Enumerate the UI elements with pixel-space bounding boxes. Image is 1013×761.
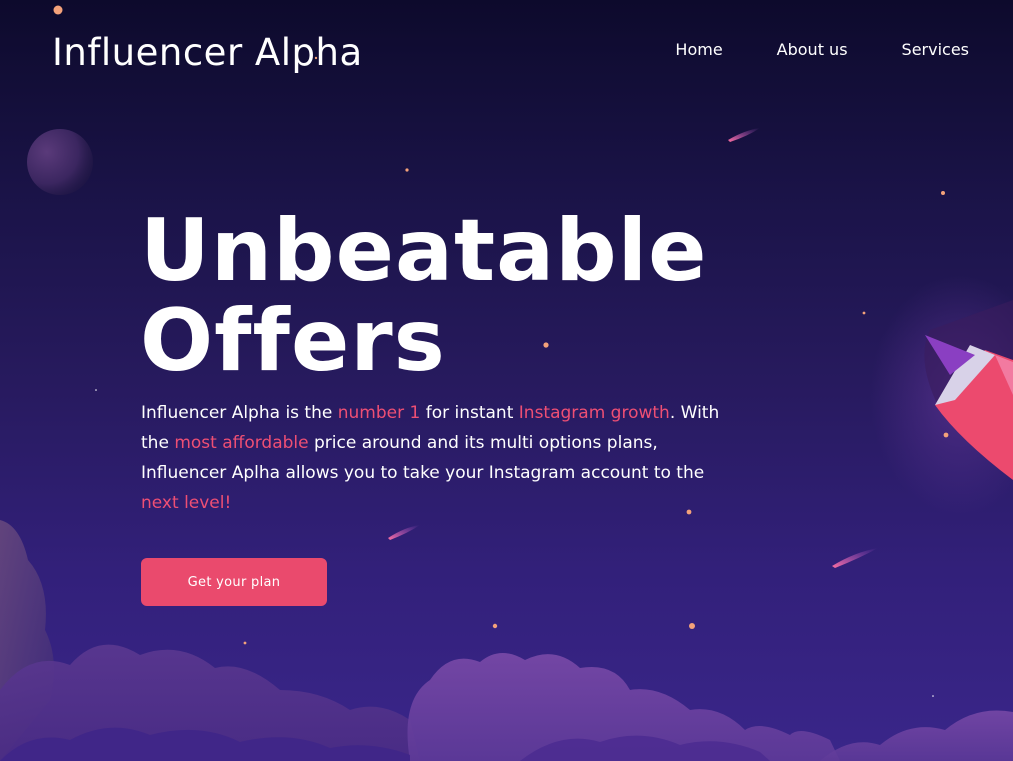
hero-description: Influencer Alpha is the number 1 for ins… xyxy=(141,398,721,518)
hero-desc-highlight-number-one: number 1 xyxy=(337,403,421,423)
hero-desc-highlight-instagram-growth: Instagram growth xyxy=(518,403,670,423)
rocket-icon xyxy=(870,275,1013,515)
brand-logo[interactable]: Influencer Alpha xyxy=(52,30,363,76)
hero-desc-text-2: for instant xyxy=(420,403,519,423)
get-your-plan-button[interactable]: Get your plan xyxy=(141,558,327,606)
hero-desc-text-1: Influencer Alpha is the xyxy=(141,403,338,423)
nav-item-services[interactable]: Services xyxy=(902,40,969,60)
hero-desc-highlight-most-affordable: most affordable xyxy=(174,433,309,453)
landing-page: Influencer Alpha Home About us Services … xyxy=(0,0,1013,761)
planet-icon xyxy=(27,129,93,195)
nav-item-home[interactable]: Home xyxy=(675,40,722,60)
hero-title-line-2: Offers xyxy=(140,291,446,391)
main-nav: Home About us Services xyxy=(675,40,969,60)
hero-title: Unbeatable Offers xyxy=(140,206,708,386)
hero-desc-highlight-next-level: next level! xyxy=(141,493,232,513)
nav-item-about-us[interactable]: About us xyxy=(777,40,848,60)
hero-title-line-1: Unbeatable xyxy=(140,201,708,301)
